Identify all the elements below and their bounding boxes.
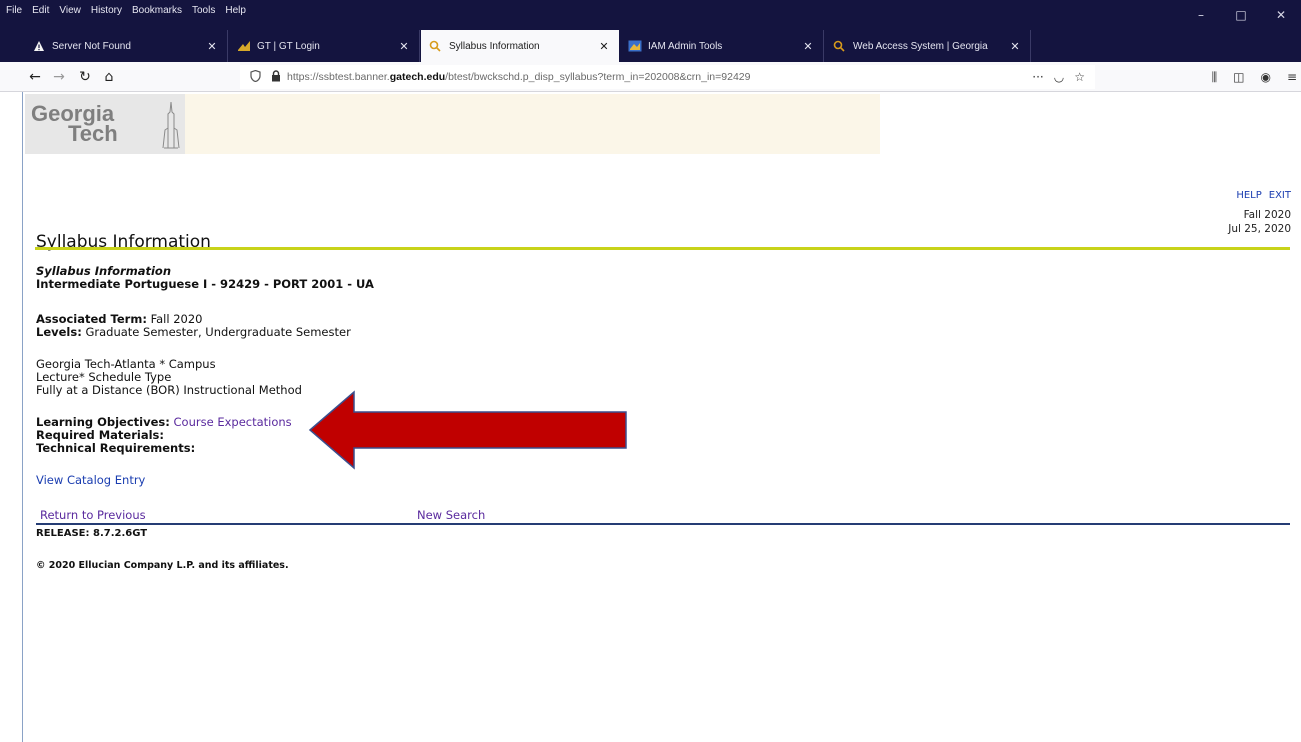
library-icon[interactable]: ⫼ <box>1212 70 1218 85</box>
course-expectations-link[interactable]: Course Expectations <box>174 415 292 429</box>
url-prefix: https://ssbtest.banner. <box>287 71 390 83</box>
url-text[interactable]: https://ssbtest.banner.gatech.edu/btest/… <box>287 71 750 83</box>
menu-help[interactable]: Help <box>225 5 246 16</box>
return-to-previous-link[interactable]: Return to Previous <box>40 508 146 522</box>
close-tab-icon[interactable]: ✕ <box>397 40 411 53</box>
menu-tools[interactable]: Tools <box>192 5 215 16</box>
levels-label: Levels: <box>36 325 82 339</box>
reload-button[interactable]: ↻ <box>74 66 96 88</box>
url-suffix: /btest/bwckschd.p_disp_syllabus?term_in=… <box>445 71 751 83</box>
account-icon[interactable]: ◉ <box>1260 70 1270 84</box>
close-tab-icon[interactable]: ✕ <box>205 40 219 53</box>
web-page: Georgia Tech HELP EXIT Fall 2020 Jul 25,… <box>0 92 1301 742</box>
tab-web-access-system[interactable]: Web Access System | Georgia ✕ <box>825 30 1031 62</box>
logo-line-2: Tech <box>68 121 118 146</box>
utility-links: HELP EXIT <box>1236 190 1291 201</box>
toolbar-right: ⫼ ◫ ◉ ≡ <box>1212 62 1301 92</box>
close-tab-icon[interactable]: ✕ <box>1008 40 1022 53</box>
levels: Levels: Graduate Semester, Undergraduate… <box>36 326 374 339</box>
search-site-icon <box>429 39 443 53</box>
window-controls: – □ ✕ <box>1181 0 1301 30</box>
term-date-info: Fall 2020 Jul 25, 2020 <box>1228 208 1291 236</box>
gt-icon <box>237 39 251 53</box>
catalog-block: View Catalog Entry <box>36 474 374 487</box>
page-actions-icon[interactable]: ··· <box>1032 70 1043 84</box>
address-bar[interactable]: https://ssbtest.banner.gatech.edu/btest/… <box>240 65 1095 89</box>
maximize-button[interactable]: □ <box>1221 0 1261 30</box>
term-label: Fall 2020 <box>1243 209 1291 221</box>
course-title: Intermediate Portuguese I - 92429 - PORT… <box>36 277 374 291</box>
close-tab-icon[interactable]: ✕ <box>597 40 611 53</box>
left-border <box>22 92 23 742</box>
menu-view[interactable]: View <box>59 5 81 16</box>
tech-tower-icon <box>162 101 180 149</box>
tab-title: Web Access System | Georgia <box>853 40 988 52</box>
view-catalog-entry-link[interactable]: View Catalog Entry <box>36 473 145 487</box>
close-tab-icon[interactable]: ✕ <box>801 40 815 53</box>
title-bar: File Edit View History Bookmarks Tools H… <box>0 0 1301 30</box>
title-divider <box>35 247 1290 250</box>
menu-bar: File Edit View History Bookmarks Tools H… <box>0 0 246 20</box>
url-actions: ··· ◡ ☆ <box>1032 65 1085 89</box>
tab-strip: Server Not Found ✕ GT | GT Login ✕ Sylla… <box>0 30 1301 86</box>
tab-gt-login[interactable]: GT | GT Login ✕ <box>229 30 420 62</box>
sidebar-icon[interactable]: ◫ <box>1233 70 1244 84</box>
back-button[interactable]: ← <box>24 66 46 88</box>
minimize-button[interactable]: – <box>1181 0 1221 30</box>
hamburger-menu-icon[interactable]: ≡ <box>1287 70 1297 84</box>
close-window-button[interactable]: ✕ <box>1261 0 1301 30</box>
bookmark-star-icon[interactable]: ☆ <box>1074 70 1085 84</box>
annotation-arrow <box>308 390 627 470</box>
menu-file[interactable]: File <box>6 5 22 16</box>
browser-chrome: File Edit View History Bookmarks Tools H… <box>0 0 1301 92</box>
menu-bookmarks[interactable]: Bookmarks <box>132 5 182 16</box>
tab-syllabus-information[interactable]: Syllabus Information ✕ <box>421 30 619 62</box>
help-link[interactable]: HELP <box>1236 190 1261 201</box>
navigation-toolbar: ← → ↻ ⌂ https://ssbtest.banner.gatech.ed… <box>0 62 1301 92</box>
learning-objectives-label: Learning Objectives: <box>36 415 170 429</box>
iam-icon <box>628 39 642 53</box>
tab-iam-admin-tools[interactable]: IAM Admin Tools ✕ <box>620 30 824 62</box>
bottom-nav-links: Return to Previous New Search <box>36 508 1290 523</box>
home-button[interactable]: ⌂ <box>98 66 120 88</box>
menu-history[interactable]: History <box>91 5 122 16</box>
footer-divider <box>36 523 1290 525</box>
header-banner: Georgia Tech <box>25 94 880 154</box>
georgia-tech-logo: Georgia Tech <box>25 94 185 154</box>
lock-icon[interactable] <box>271 69 281 85</box>
tab-title: Syllabus Information <box>449 40 540 52</box>
url-domain: gatech.edu <box>389 71 446 83</box>
tab-title: GT | GT Login <box>257 40 320 52</box>
associated-term-value: Fall 2020 <box>146 312 203 326</box>
tab-server-not-found[interactable]: Server Not Found ✕ <box>24 30 228 62</box>
search-site-icon <box>833 39 847 53</box>
tracking-shield-icon[interactable] <box>250 69 261 85</box>
warning-icon <box>32 39 46 53</box>
pocket-icon[interactable]: ◡ <box>1054 70 1064 84</box>
forward-button[interactable]: → <box>48 66 70 88</box>
release-version: RELEASE: 8.7.2.6GT <box>36 528 148 539</box>
current-date: Jul 25, 2020 <box>1228 223 1291 235</box>
copyright-notice: © 2020 Ellucian Company L.P. and its aff… <box>36 560 289 571</box>
logo-wordmark: Georgia Tech <box>31 103 118 146</box>
levels-value: Graduate Semester, Undergraduate Semeste… <box>81 325 351 339</box>
exit-link[interactable]: EXIT <box>1269 190 1291 201</box>
new-search-link[interactable]: New Search <box>417 508 485 522</box>
term-levels-block: Associated Term: Fall 2020 Levels: Gradu… <box>36 313 374 339</box>
tab-title: Server Not Found <box>52 40 131 52</box>
associated-term-label: Associated Term: <box>36 312 147 326</box>
tab-title: IAM Admin Tools <box>648 40 723 52</box>
menu-edit[interactable]: Edit <box>32 5 49 16</box>
